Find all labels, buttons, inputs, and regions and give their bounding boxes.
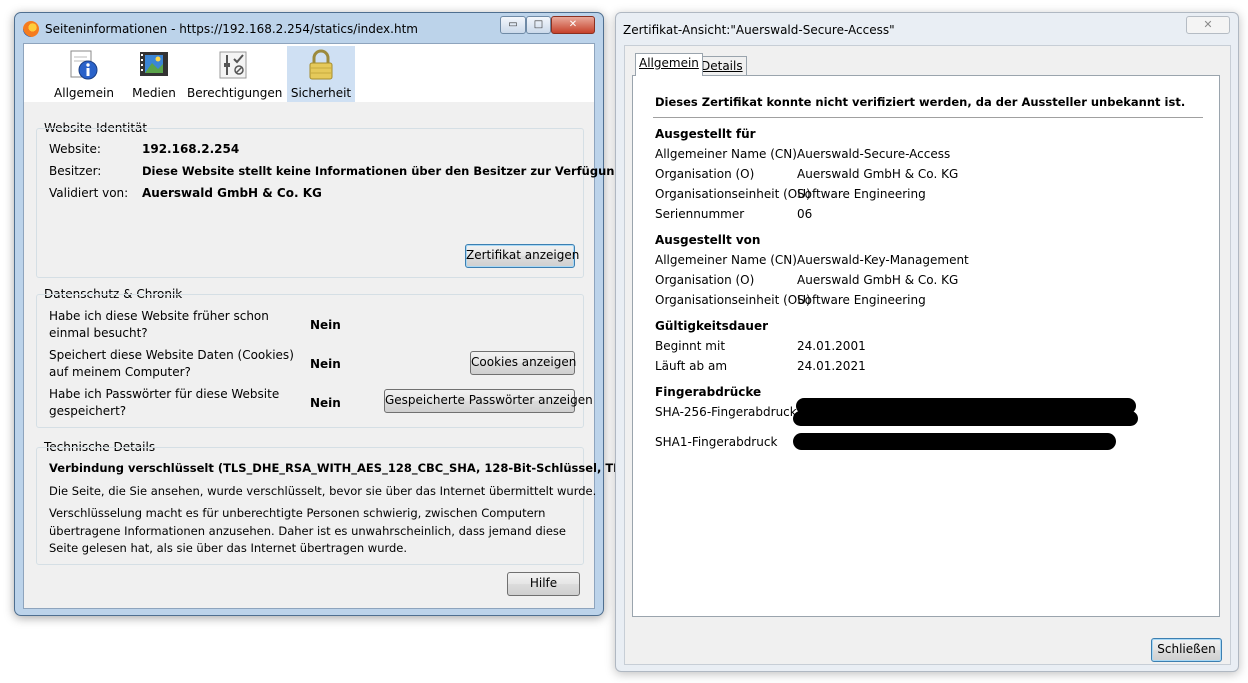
issued-to-heading: Ausgestellt für [655, 127, 756, 141]
minimize-button[interactable]: ▭ [500, 16, 526, 34]
show-cookies-button[interactable]: Cookies anzeigen [470, 351, 576, 375]
validated-label: Validiert von: [49, 186, 129, 200]
sha1-redaction [793, 433, 1116, 450]
show-passwords-button[interactable]: Gespeicherte Passwörter anzeigen [384, 389, 593, 413]
close-button[interactable]: ✕ [551, 16, 595, 34]
info-icon [68, 49, 100, 81]
issued-by-o-label: Organisation (O) [655, 273, 755, 287]
issued-to-ou-value: Software Engineering [797, 187, 926, 201]
close-button[interactable]: ✕ [1186, 16, 1230, 34]
window-title: Seiteninformationen - https://192.168.2.… [45, 22, 418, 36]
issued-to-cn-value: Auerswald-Secure-Access [797, 147, 951, 161]
passwords-question: Habe ich Passwörter für diese Website ge… [49, 387, 280, 418]
tab-allgemein[interactable]: Allgemein [635, 53, 703, 76]
firefox-icon [23, 21, 39, 37]
tab-berechtigungen[interactable]: Berechtigungen [187, 46, 283, 102]
verification-warning: Dieses Zertifikat konnte nicht verifizie… [655, 95, 1186, 109]
tab-allgemein-label: Allgemein [639, 56, 699, 70]
cookies-question: Speichert diese Website Daten (Cookies) … [49, 348, 294, 379]
website-label: Website: [49, 142, 101, 156]
issued-by-heading: Ausgestellt von [655, 233, 761, 247]
sha256-label: SHA-256-Fingerabdruck [655, 405, 797, 419]
visited-answer: Nein [310, 318, 341, 332]
owner-label: Besitzer: [49, 164, 102, 178]
lock-icon [305, 49, 337, 81]
issued-by-cn-label: Allgemeiner Name (CN) [655, 253, 797, 267]
certificate-content: Allgemein Details Dieses Zertifikat konn… [624, 45, 1231, 665]
tab-medien[interactable]: Medien [130, 46, 178, 102]
page-info-window: Seiteninformationen - https://192.168.2.… [14, 12, 658, 616]
issued-to-ou-label: Organisationseinheit (OU) [655, 187, 811, 201]
show-certificate-button[interactable]: Zertifikat anzeigen [465, 244, 579, 268]
issued-to-cn-label: Allgemeiner Name (CN) [655, 147, 797, 161]
page-info-toolbar: Allgemein Medien Berechtigungen Sicherhe… [24, 44, 594, 102]
sha256-redaction-line2 [793, 411, 1138, 426]
fingerprints-heading: Fingerabdrücke [655, 385, 762, 399]
connection-info: Verbindung verschlüsselt (TLS_DHE_RSA_WI… [49, 461, 659, 475]
window-title: Zertifikat-Ansicht:"Auerswald-Secure-Acc… [623, 23, 895, 37]
separator [653, 117, 1203, 118]
certificate-viewer-window: Zertifikat-Ansicht:"Auerswald-Secure-Acc… [615, 12, 1239, 672]
issued-by-cn-value: Auerswald-Key-Management [797, 253, 969, 267]
tab-sicherheit[interactable]: Sicherheit [287, 46, 355, 102]
validity-heading: Gültigkeitsdauer [655, 319, 769, 333]
passwords-answer: Nein [310, 396, 341, 410]
issued-by-o-value: Auerswald GmbH & Co. KG [797, 273, 959, 287]
tab-allgemein[interactable]: Allgemein [54, 46, 114, 102]
issued-by-ou-value: Software Engineering [797, 293, 926, 307]
owner-value: Diese Website stellt keine Informationen… [142, 164, 628, 178]
page-info-content: Allgemein Medien Berechtigungen Sicherhe… [23, 43, 658, 609]
tab-berechtigungen-label: Berechtigungen [187, 86, 283, 100]
tab-sicherheit-label: Sicherheit [290, 86, 352, 100]
issued-to-o-value: Auerswald GmbH & Co. KG [797, 167, 959, 181]
valid-until-value: 24.01.2021 [797, 359, 866, 373]
website-value: 192.168.2.254 [142, 142, 240, 156]
valid-from-label: Beginnt mit [655, 339, 726, 353]
media-icon [138, 49, 170, 81]
general-panel: Dieses Zertifikat konnte nicht verifizie… [632, 75, 1220, 617]
validated-value: Auerswald GmbH & Co. KG [142, 186, 322, 200]
encryption-explanation: Verschlüsselung macht es für unberechtig… [49, 506, 566, 555]
permissions-icon [217, 49, 249, 81]
issued-by-ou-label: Organisationseinheit (OU) [655, 293, 811, 307]
issued-to-o-label: Organisation (O) [655, 167, 755, 181]
close-dialog-button[interactable]: Schließen [1151, 638, 1222, 662]
serial-value: 06 [797, 207, 813, 221]
tab-details-label: Details [701, 59, 743, 73]
serial-label: Seriennummer [655, 207, 745, 221]
encryption-note: Die Seite, die Sie ansehen, wurde versch… [49, 484, 597, 498]
title-bar[interactable]: Seiteninformationen - https://192.168.2.… [15, 13, 603, 43]
sha1-label: SHA1-Fingerabdruck [655, 435, 778, 449]
maximize-button[interactable]: □ [526, 16, 551, 34]
help-button[interactable]: Hilfe [507, 572, 580, 596]
tab-medien-label: Medien [132, 86, 176, 100]
valid-until-label: Läuft ab am [655, 359, 728, 373]
tab-allgemein-label: Allgemein [54, 86, 114, 100]
valid-from-value: 24.01.2001 [797, 339, 866, 353]
tab-details[interactable]: Details [697, 56, 747, 76]
visited-question: Habe ich diese Website früher schon einm… [49, 309, 269, 340]
cookies-answer: Nein [310, 357, 341, 371]
